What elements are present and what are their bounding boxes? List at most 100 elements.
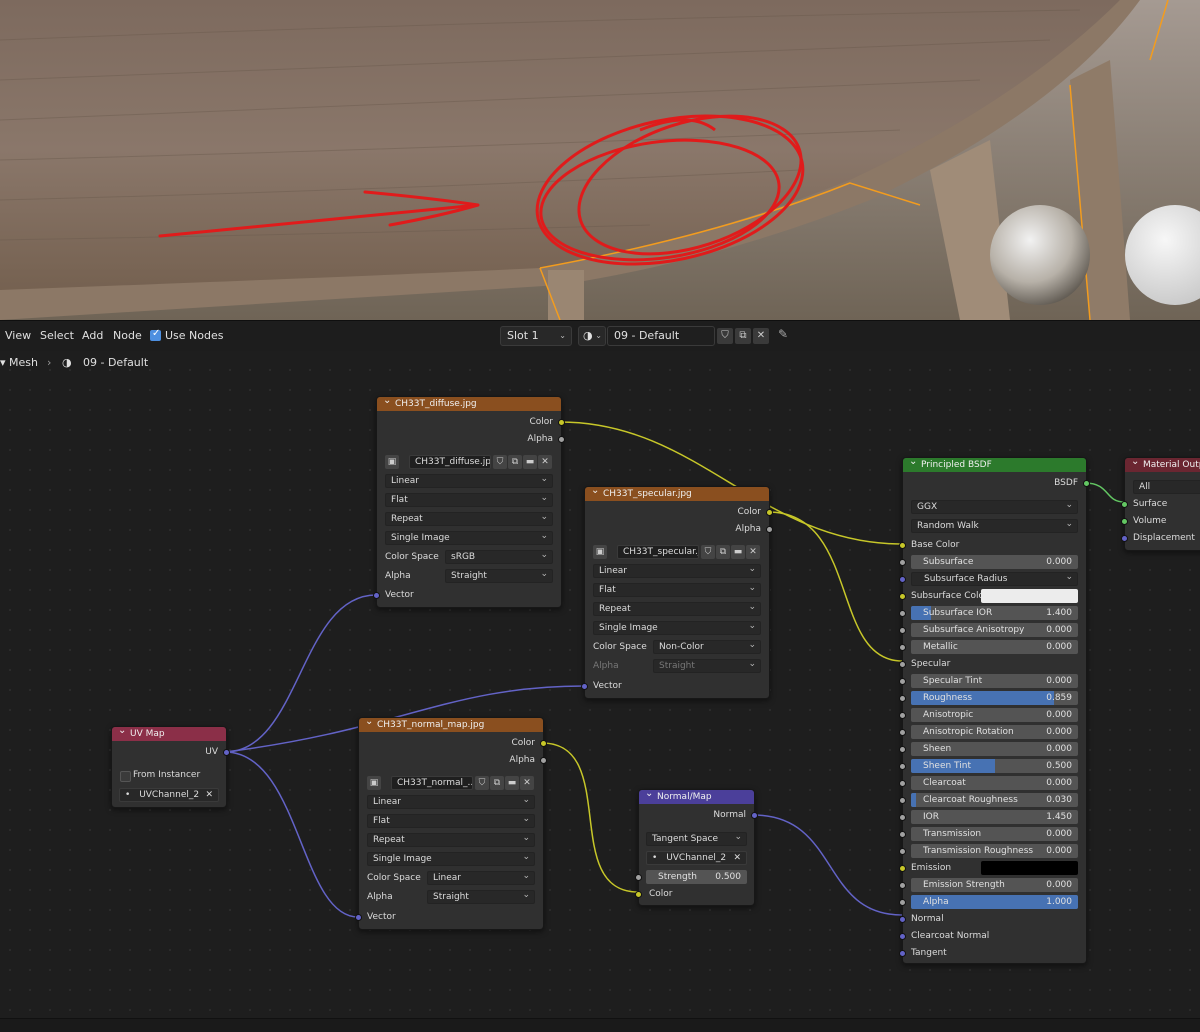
node-title[interactable]: Principled BSDF [903, 458, 1086, 472]
image-browse-icon[interactable]: ▣ [367, 776, 381, 790]
input-base-color-socket[interactable] [899, 542, 906, 549]
projection-dropdown[interactable]: Flat [593, 582, 761, 597]
alpha-mode-dropdown[interactable]: Straight [445, 568, 553, 583]
alpha-mode-dropdown[interactable]: Straight [427, 889, 535, 904]
clearcoat-field[interactable]: Clearcoat 0.000 [911, 776, 1078, 790]
interpolation-dropdown[interactable]: Linear [385, 473, 553, 488]
uv-channel-field[interactable]: • UVChannel_2 ✕ [646, 851, 747, 865]
input-normal-socket[interactable] [899, 916, 906, 923]
input-volume-socket[interactable] [1121, 518, 1128, 525]
interpolation-dropdown[interactable]: Linear [367, 794, 535, 809]
shield-icon[interactable]: ⛉ [475, 776, 489, 790]
input-subsurface-ior-socket[interactable] [899, 610, 906, 617]
output-alpha-socket[interactable] [540, 757, 547, 764]
folder-icon[interactable]: ▬ [523, 455, 537, 469]
extension-dropdown[interactable]: Repeat [385, 511, 553, 526]
close-icon[interactable]: ✕ [520, 776, 534, 790]
input-specular-tint-socket[interactable] [899, 678, 906, 685]
node-title[interactable]: Material Output [1125, 458, 1200, 472]
input-transmission-roughness-socket[interactable] [899, 848, 906, 855]
subsurface-radius-dropdown[interactable]: Subsurface Radius [911, 571, 1078, 586]
input-vector-socket[interactable] [373, 592, 380, 599]
input-vector-socket[interactable] [581, 683, 588, 690]
strength-field[interactable]: Strength 0.500 [646, 870, 747, 884]
distribution-dropdown[interactable]: GGX [911, 499, 1078, 514]
extension-dropdown[interactable]: Repeat [367, 832, 535, 847]
folder-icon[interactable]: ▬ [505, 776, 519, 790]
input-ior-socket[interactable] [899, 814, 906, 821]
node-material-output[interactable]: Material Output All Surface Volume Displ… [1121, 457, 1200, 551]
transmission-field[interactable]: Transmission 0.000 [911, 827, 1078, 841]
emission-color-swatch[interactable] [981, 861, 1078, 875]
subsurface-ior-field[interactable]: Subsurface IOR 1.400 [911, 606, 1078, 620]
projection-dropdown[interactable]: Flat [385, 492, 553, 507]
node-editor[interactable]: View Select Add Node ✓ Use Nodes Slot 1 … [0, 320, 1200, 1032]
input-roughness-socket[interactable] [899, 695, 906, 702]
input-color-socket[interactable] [635, 891, 642, 898]
output-normal-socket[interactable] [751, 812, 758, 819]
projection-dropdown[interactable]: Flat [367, 813, 535, 828]
close-icon[interactable]: ✕ [205, 789, 213, 801]
node-image-texture-normal[interactable]: CH33T_normal_map.jpg Color Alpha ▣ CH33T… [355, 717, 547, 930]
node-title[interactable]: Normal/Map [639, 790, 754, 804]
image-name[interactable]: CH33T_specular.jpg [617, 545, 699, 559]
output-color-socket[interactable] [540, 740, 547, 747]
color-space-dropdown[interactable]: Non-Color [653, 639, 761, 654]
input-anisotropic-socket[interactable] [899, 712, 906, 719]
input-sheen-socket[interactable] [899, 746, 906, 753]
input-tangent-socket[interactable] [899, 950, 906, 957]
clearcoat-roughness-field[interactable]: Clearcoat Roughness 0.030 [911, 793, 1078, 807]
input-transmission-socket[interactable] [899, 831, 906, 838]
emission-strength-field[interactable]: Emission Strength 0.000 [911, 878, 1078, 892]
input-metallic-socket[interactable] [899, 644, 906, 651]
anisotropic-field[interactable]: Anisotropic 0.000 [911, 708, 1078, 722]
node-uv-map[interactable]: UV Map UV From Instancer • UVChannel_2 ✕ [111, 726, 230, 808]
anisotropic-rotation-field[interactable]: Anisotropic Rotation 0.000 [911, 725, 1078, 739]
image-browse-icon[interactable]: ▣ [385, 455, 399, 469]
node-title[interactable]: CH33T_normal_map.jpg [359, 718, 543, 732]
duplicate-icon[interactable]: ⧉ [490, 776, 504, 790]
subsurface-method-dropdown[interactable]: Random Walk [911, 518, 1078, 533]
input-clearcoat-normal-socket[interactable] [899, 933, 906, 940]
subsurface-field[interactable]: Subsurface 0.000 [911, 555, 1078, 569]
close-icon[interactable]: ✕ [746, 545, 760, 559]
output-color-socket[interactable] [558, 419, 565, 426]
specular-tint-field[interactable]: Specular Tint 0.000 [911, 674, 1078, 688]
input-specular-socket[interactable] [899, 661, 906, 668]
output-alpha-socket[interactable] [558, 436, 565, 443]
node-title[interactable]: UV Map [112, 727, 226, 741]
source-dropdown[interactable]: Single Image [385, 530, 553, 545]
input-clearcoat-roughness-socket[interactable] [899, 797, 906, 804]
input-emission-strength-socket[interactable] [899, 882, 906, 889]
alpha-field[interactable]: Alpha 1.000 [911, 895, 1078, 909]
node-image-texture-specular[interactable]: CH33T_specular.jpg Color Alpha ▣ CH33T_s… [581, 486, 773, 699]
metallic-field[interactable]: Metallic 0.000 [911, 640, 1078, 654]
input-displacement-socket[interactable] [1121, 535, 1128, 542]
extension-dropdown[interactable]: Repeat [593, 601, 761, 616]
interpolation-dropdown[interactable]: Linear [593, 563, 761, 578]
input-anisotropic-rotation-socket[interactable] [899, 729, 906, 736]
input-subsurface-color-socket[interactable] [899, 593, 906, 600]
image-browse-icon[interactable]: ▣ [593, 545, 607, 559]
color-space-dropdown[interactable]: Linear [427, 870, 535, 885]
3d-viewport[interactable] [0, 0, 1200, 320]
node-principled-bsdf[interactable]: Principled BSDF BSDF GGX Random Walk Bas… [899, 457, 1090, 964]
ior-field[interactable]: IOR 1.450 [911, 810, 1078, 824]
shield-icon[interactable]: ⛉ [701, 545, 715, 559]
node-normal-map[interactable]: Normal/Map Normal Tangent Space • UVChan… [635, 789, 758, 906]
from-instancer-checkbox[interactable] [120, 771, 131, 782]
node-title[interactable]: CH33T_diffuse.jpg [377, 397, 561, 411]
image-name[interactable]: CH33T_normal_... [391, 776, 473, 790]
target-dropdown[interactable]: All [1133, 480, 1200, 494]
color-space-dropdown[interactable]: sRGB [445, 549, 553, 564]
input-subsurface-anisotropy-socket[interactable] [899, 627, 906, 634]
duplicate-icon[interactable]: ⧉ [508, 455, 522, 469]
input-subsurface-socket[interactable] [899, 559, 906, 566]
node-image-texture-diffuse[interactable]: CH33T_diffuse.jpg Color Alpha ▣ CH33T_di… [373, 396, 565, 608]
uv-channel-field[interactable]: • UVChannel_2 ✕ [119, 788, 219, 802]
close-icon[interactable]: ✕ [733, 852, 741, 864]
roughness-field[interactable]: Roughness 0.859 [911, 691, 1078, 705]
input-strength-socket[interactable] [635, 874, 642, 881]
sheen-tint-field[interactable]: Sheen Tint 0.500 [911, 759, 1078, 773]
image-name[interactable]: CH33T_diffuse.jpg [409, 455, 491, 469]
